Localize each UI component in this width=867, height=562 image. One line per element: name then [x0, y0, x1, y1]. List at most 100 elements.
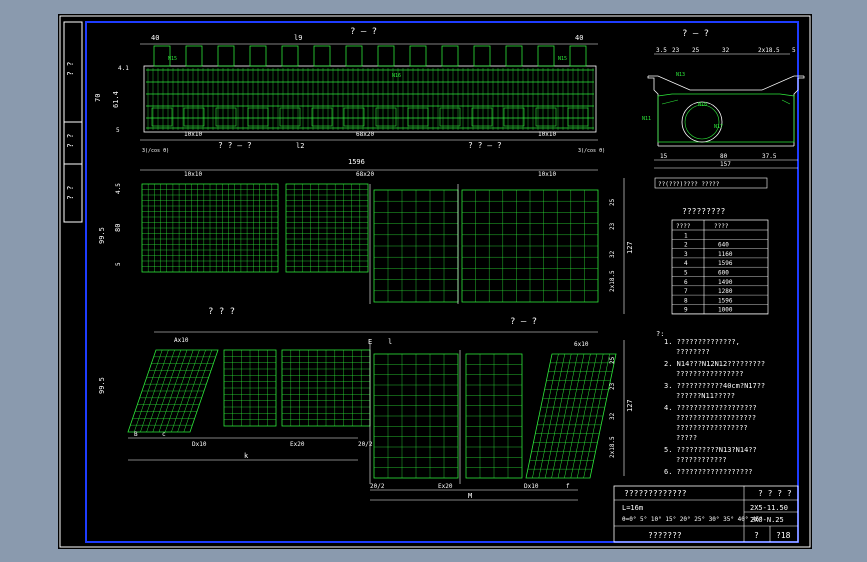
top-section-title: ? — ?: [350, 27, 377, 37]
section-note: ??(???)???? ?????: [658, 181, 720, 188]
dim-80: 80: [114, 224, 122, 232]
dim-r2x185b: 2x18.5: [609, 436, 616, 458]
dim-ax10: Ax10: [174, 337, 189, 344]
note-line: ?????????????????: [676, 424, 748, 432]
bottom-plan: [127, 344, 617, 484]
section-dim: 15: [660, 153, 668, 160]
note-line: ?????: [676, 434, 697, 442]
tag-n16: N16: [392, 73, 401, 79]
dim-left-spacing: 10x10: [184, 131, 202, 138]
shear-key: [377, 45, 395, 67]
dim-10x10-b: 10x10: [184, 171, 202, 178]
dim-61: 61.4: [112, 91, 120, 108]
cross-section: [647, 53, 805, 147]
shear-key: [505, 45, 523, 67]
schedule-cell: 1: [684, 232, 688, 239]
plan-left-title: ? ? ?: [208, 307, 235, 317]
section-dim: 23: [672, 47, 680, 54]
dim-5: 5: [116, 127, 120, 134]
schedule-cell: 640: [718, 242, 729, 249]
dim-dx10: Dx10: [192, 441, 207, 448]
dim-r127b: 127: [626, 399, 634, 412]
dim-70: 70: [94, 94, 102, 102]
shear-key: [345, 45, 363, 67]
schedule-cell: 4: [684, 260, 688, 267]
tag-n17: N17: [714, 124, 723, 130]
mid-left-label: ? ? — ?: [218, 141, 252, 150]
dim-e-label: E: [368, 338, 372, 346]
note-line: ??????N11?????: [676, 392, 735, 400]
note-line: 3. ???????????40cm?N17??: [664, 382, 765, 390]
note-line: 6. ??????????????????: [664, 468, 753, 476]
schedule-cell: 3: [684, 251, 688, 258]
dim-68x20-b: 68x20: [356, 171, 374, 178]
note-line: 2. N14???N12N12?????????: [664, 360, 765, 368]
schedule-h1: ????: [676, 223, 691, 230]
dim-r127: 127: [626, 241, 634, 254]
dim-l2: l2: [296, 142, 304, 150]
dim-ex20b: Ex20: [438, 483, 453, 490]
drawing-sheet: ? ? ? ? ? ? ? — ? l9 40 40 N15 N15 N16 7…: [58, 14, 812, 549]
dim-995b: 99.5: [98, 377, 106, 394]
tag-n15b: N15: [558, 56, 567, 62]
mid-right-label: ? ? — ?: [468, 141, 502, 150]
title-span: L=16m: [622, 504, 643, 512]
dim-45: 4.5: [115, 183, 122, 194]
note-line: 1. ??????????????,: [664, 338, 740, 346]
dim-r32: 32: [609, 250, 616, 258]
shear-key: [185, 45, 203, 67]
dim-r25b: 25: [609, 356, 616, 364]
schedule-title: ?????????: [682, 207, 726, 216]
section-dim: 80: [720, 153, 728, 160]
side-tab-1: ? ?: [66, 61, 75, 76]
box-bar: [183, 107, 205, 127]
schedule-cell: 5: [684, 270, 688, 277]
note-line: 4. ???????????????????: [664, 404, 757, 412]
section-dim: 25: [692, 47, 700, 54]
title-r3: 2X0-N.25: [750, 516, 784, 524]
tag-n13: N13: [676, 72, 685, 78]
shear-key: [281, 45, 299, 67]
schedule-cell: 1000: [718, 307, 733, 314]
dim-f: f: [566, 483, 570, 490]
schedule-cell: 9: [684, 307, 688, 314]
shear-key: [313, 45, 331, 67]
schedule-cell: 1160: [718, 251, 733, 258]
dim-b: B: [134, 431, 138, 438]
dim-k: k: [244, 452, 249, 460]
side-tab-2: ? ?: [66, 133, 75, 148]
section-dim: 32: [722, 47, 730, 54]
dim-l9: l9: [294, 34, 302, 42]
dim-r23: 23: [609, 222, 616, 230]
dim-dx10b: Dx10: [524, 483, 539, 490]
dim-20-2b: 20/2: [370, 483, 385, 490]
title-r1: ? ? ? ?: [758, 489, 792, 498]
title-page-label: ?: [754, 531, 759, 540]
dim-r25: 25: [609, 198, 616, 206]
side-tab: ? ? ? ? ? ?: [63, 21, 83, 223]
dim-40b: 40: [575, 34, 583, 42]
schedule-cell: 1490: [718, 279, 733, 286]
box-bar: [311, 107, 333, 127]
dim-r23b: 23: [609, 382, 616, 390]
title-page-no: ?18: [776, 531, 791, 540]
schedule-table: ???? ???? 1 2 640 3 1160 4 1596 5 600 6 1490 7 1280 8…: [671, 219, 769, 315]
dim-ex20: Ex20: [290, 441, 305, 448]
dim-5b: 5: [115, 262, 122, 266]
section-dim: 3.5: [656, 47, 667, 54]
notes: 1. ??????????????,???????? 2. N14???N12N1…: [664, 338, 765, 476]
dim-l1: l: [388, 338, 392, 346]
section-dim: 5: [792, 47, 796, 54]
note-line: ????????: [676, 348, 710, 356]
plan-right-title: ? — ?: [510, 317, 537, 327]
section-dim: 37.5: [762, 153, 777, 160]
note-line: ????????????????: [676, 370, 743, 378]
note-line: ???????????????????: [676, 414, 756, 422]
schedule-cell: 2: [684, 242, 688, 249]
box-bar: [343, 107, 365, 127]
tag-n11: N11: [642, 116, 651, 122]
top-elevation: [143, 45, 597, 133]
shear-key: [441, 45, 459, 67]
schedule-cell: 1596: [718, 297, 733, 304]
tag-n18: N18: [698, 102, 707, 108]
